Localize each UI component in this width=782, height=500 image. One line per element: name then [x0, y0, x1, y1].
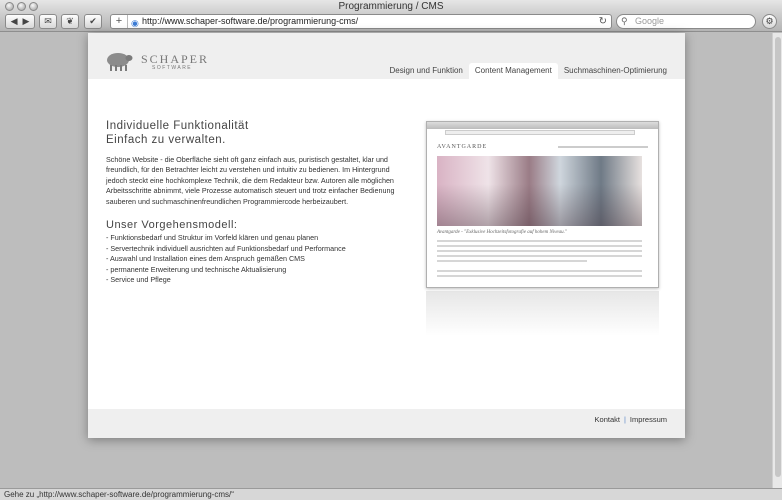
zoom-window-button[interactable]: [29, 2, 38, 11]
reload-icon[interactable]: ↻: [599, 15, 607, 28]
preview-photo-shade: [437, 156, 642, 226]
list-item: - Funktionsbedarf und Struktur im Vorfel…: [106, 233, 319, 243]
preview-text-line: [437, 245, 642, 247]
close-window-button[interactable]: [5, 2, 14, 11]
browser-toolbar: ◀ ▶ ✉ ❦ ✔ + ◉ http://www.schaper-softwar…: [0, 13, 782, 32]
site-header: SCHAPER SOFTWARE Design und Funktion Con…: [88, 33, 685, 79]
gear-icon[interactable]: ⚙: [762, 14, 777, 29]
preview-browser-bar: [427, 122, 658, 129]
website-preview-image: AVANTGARDE Avantgarde - "Exklusive Hochz…: [426, 121, 659, 288]
impressum-link[interactable]: Impressum: [630, 415, 667, 424]
scrollbar-thumb[interactable]: [775, 37, 781, 477]
page-title-line1: Individuelle Funktionalität: [106, 120, 249, 132]
list-item: - Auswahl und Installation eines dem Ans…: [106, 254, 305, 264]
add-bookmark-icon[interactable]: +: [111, 15, 128, 28]
url-text[interactable]: http://www.schaper-software.de/programmi…: [133, 16, 358, 26]
list-item: - permanente Erweiterung und technische …: [106, 264, 287, 274]
back-forward-buttons[interactable]: ◀ ▶: [5, 14, 35, 29]
preview-text-line: [437, 260, 587, 262]
preview-logo: AVANTGARDE: [437, 144, 488, 150]
logo-subtitle: SOFTWARE: [152, 65, 193, 71]
tab-content-management[interactable]: Content Management: [468, 63, 558, 79]
sheep-logo-icon: [107, 53, 133, 71]
footer-separator: |: [623, 415, 626, 424]
preview-text-line: [437, 270, 642, 272]
window-title: Programmierung / CMS: [338, 1, 444, 12]
section-heading: Unser Vorgehensmodell:: [106, 219, 238, 232]
kontakt-link[interactable]: Kontakt: [595, 415, 620, 424]
search-icon: ⚲: [621, 16, 628, 26]
preview-text-line: [437, 250, 642, 252]
preview-text-line: [437, 255, 642, 257]
preview-url-bar: [445, 130, 635, 135]
back-arrow-icon[interactable]: ◀: [11, 16, 18, 27]
globe-icon: ◉: [131, 18, 139, 28]
page-title-line2: Einfach zu verwalten.: [106, 134, 226, 146]
search-field[interactable]: ⚲ Google: [616, 14, 756, 29]
webpage-card: SCHAPER SOFTWARE Design und Funktion Con…: [88, 33, 685, 438]
preview-text-line: [437, 275, 642, 277]
leaf-icon: ❦: [66, 16, 74, 26]
intro-paragraph: Schöne Website - die Oberfläche sieht of…: [106, 155, 395, 206]
window-titlebar: Programmierung / CMS: [0, 0, 782, 13]
status-bar: Gehe zu „http://www.schaper-software.de/…: [0, 488, 782, 500]
list-item: - Servertechnik individuell ausrichten a…: [106, 243, 346, 253]
preview-caption: Avantgarde - "Exklusive Hochzeitsfotogra…: [437, 230, 567, 235]
site-footer: Kontakt | Impressum: [88, 409, 685, 438]
page-title: Individuelle Funktionalität Einfach zu v…: [106, 119, 396, 147]
forward-arrow-icon[interactable]: ▶: [23, 16, 30, 27]
process-list: - Funktionsbedarf und Struktur im Vorfel…: [106, 233, 396, 286]
search-placeholder: Google: [635, 16, 665, 26]
footer-links: Kontakt | Impressum: [595, 415, 667, 424]
main-nav: Design und Funktion Content Management S…: [384, 63, 674, 79]
tab-design-und-funktion[interactable]: Design und Funktion: [384, 63, 469, 79]
preview-nav: [558, 146, 648, 148]
vertical-scrollbar[interactable]: [772, 33, 782, 488]
reader-button[interactable]: ❦: [61, 14, 79, 29]
main-content: Individuelle Funktionalität Einfach zu v…: [106, 119, 396, 286]
bookmark-check-button[interactable]: ✔: [84, 14, 102, 29]
envelope-icon: ✉: [44, 16, 52, 26]
mail-button[interactable]: ✉: [39, 14, 57, 29]
address-bar[interactable]: + ◉ http://www.schaper-software.de/progr…: [110, 14, 612, 29]
minimize-window-button[interactable]: [17, 2, 26, 11]
tab-suchmaschinen-optimierung[interactable]: Suchmaschinen-Optimierung: [558, 63, 673, 79]
preview-text-line: [437, 240, 642, 242]
checkmark-icon: ✔: [89, 16, 97, 26]
preview-reflection: [426, 291, 659, 336]
list-item: - Service und Pflege: [106, 275, 171, 285]
